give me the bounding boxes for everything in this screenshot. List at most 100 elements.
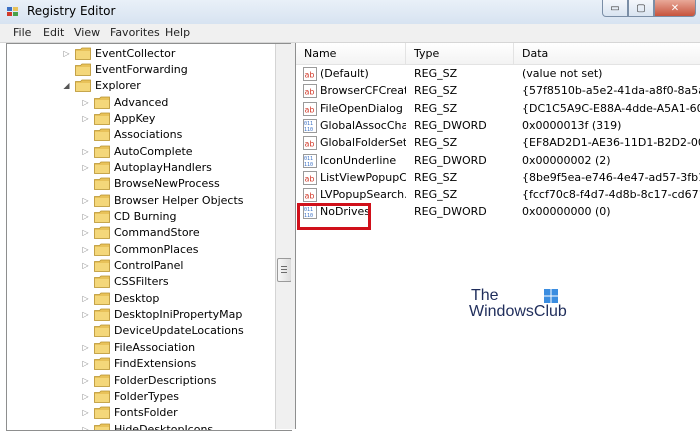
tree-item[interactable]: ▷ FontsFolder (81, 405, 177, 421)
tree-item[interactable]: ▷ DesktopIniPropertyMap (81, 307, 242, 323)
tree-item[interactable]: ▷ FolderDescriptions (81, 372, 216, 388)
tree-item[interactable]: ▷ Desktop (81, 290, 159, 306)
maximize-button[interactable]: ▢ (628, 0, 654, 17)
tree-item[interactable]: ◢ Explorer (62, 78, 141, 94)
expand-arrow-icon[interactable]: ▷ (81, 307, 90, 323)
value-name: LVPopupSearch... (320, 188, 406, 202)
value-data: {DC1C5A9C-E88A-4dde-A5A1-60F8 (522, 101, 700, 115)
tree-scroll-thumb[interactable] (277, 258, 292, 282)
expand-arrow-icon[interactable]: ▷ (81, 290, 90, 306)
tree-item[interactable]: Associations (81, 127, 182, 143)
expand-arrow-icon[interactable]: ▷ (81, 94, 90, 110)
value-data: {fccf70c8-f4d7-4d8b-8c17-cd6715e (522, 188, 700, 202)
tree-item-label: Associations (114, 128, 183, 142)
string-value-icon: ab (303, 101, 317, 116)
expand-arrow-icon[interactable]: ▷ (81, 241, 90, 257)
menu-file[interactable]: File (13, 26, 31, 39)
expand-arrow-icon[interactable]: ▷ (81, 339, 90, 355)
expand-arrow-icon[interactable]: ▷ (81, 372, 90, 388)
folder-icon (94, 423, 110, 430)
value-name: (Default) (320, 67, 369, 80)
close-button[interactable]: ✕ (654, 0, 696, 17)
expand-arrow-icon[interactable]: ▷ (81, 356, 90, 372)
tree-item[interactable]: ▷ CommonPlaces (81, 241, 199, 257)
value-row[interactable]: 011 110 IconUnderline REG_DWORD 0x00000002 (… (296, 153, 700, 170)
value-name: IconUnderline (320, 153, 397, 167)
tree-item[interactable]: ▷ ControlPanel (81, 258, 183, 274)
folder-icon (94, 341, 110, 354)
value-name: GlobalFolderSett... (320, 136, 406, 150)
expand-arrow-icon[interactable]: ▷ (62, 45, 71, 61)
expand-arrow-icon[interactable]: ▷ (81, 225, 90, 241)
tree-item-label: Explorer (95, 79, 141, 93)
expand-arrow-icon[interactable]: ▷ (81, 159, 90, 175)
registry-key-tree[interactable]: ▷ EventCollector EventForwarding ◢ Explorer ▷… (6, 43, 292, 431)
value-row[interactable]: ab GlobalFolderSett... REG_SZ {EF8AD2D1-AE3… (296, 135, 700, 152)
menu-help[interactable]: Help (165, 26, 190, 39)
folder-icon (94, 324, 110, 338)
folder-icon (75, 47, 91, 60)
nodrives-highlight-box (297, 203, 371, 230)
tree-vertical-scrollbar[interactable] (275, 44, 292, 429)
expand-arrow-icon[interactable]: ▷ (81, 258, 90, 274)
collapse-arrow-icon[interactable]: ◢ (62, 78, 71, 94)
menu-favorites[interactable]: Favorites (110, 26, 160, 39)
tree-item[interactable]: ▷ HideDesktopIcons (81, 421, 213, 430)
expand-arrow-icon[interactable]: ▷ (81, 110, 90, 126)
tree-item[interactable]: ▷ FileAssociation (81, 339, 195, 355)
tree-item[interactable]: ▷ Advanced (81, 94, 168, 110)
value-name: FileOpenDialog (320, 101, 403, 115)
column-header-name[interactable]: Name (296, 43, 406, 65)
folder-icon (94, 226, 110, 240)
tree-item[interactable]: ▷ FindExtensions (81, 356, 196, 372)
expand-arrow-icon[interactable]: ▷ (81, 192, 90, 208)
tree-item[interactable]: ▷ FolderTypes (81, 388, 179, 404)
folder-icon (94, 406, 110, 420)
expand-arrow-icon[interactable]: ▷ (81, 143, 90, 159)
expand-arrow-icon[interactable]: ▷ (81, 421, 90, 430)
value-row[interactable]: ab FileOpenDialog REG_SZ {DC1C5A9C-E88A-4dd… (296, 101, 700, 118)
tree-item[interactable]: ▷ AppKey (81, 110, 155, 126)
value-row[interactable]: 011110GlobalAssocCha... REG_DWORD 0x000001… (296, 118, 700, 135)
tree-item-label: CommonPlaces (114, 242, 199, 256)
svg-text:110: 110 (304, 162, 313, 168)
watermark: The WindowsClub (469, 287, 569, 327)
folder-icon (94, 128, 110, 142)
windows-logo-icon (544, 289, 558, 303)
value-row[interactable]: ab LVPopupSearch... REG_SZ {fccf70c8-f4d7-4… (296, 187, 700, 204)
tree-item[interactable]: ▷ CommandStore (81, 225, 199, 241)
value-row[interactable]: ab BrowserCFCreator REG_SZ {57f8510b-a5e2-4… (296, 83, 700, 100)
string-value-icon: ab (303, 67, 317, 81)
tree-item[interactable]: ▷ AutoComplete (81, 143, 192, 159)
expand-arrow-icon[interactable]: ▷ (81, 388, 90, 404)
tree-item[interactable]: ▷ CD Burning (81, 209, 176, 225)
value-row[interactable]: ab (Default) REG_SZ (value not set) (296, 66, 700, 83)
value-type: REG_SZ (414, 101, 458, 115)
column-header-type[interactable]: Type (406, 43, 514, 65)
folder-icon (94, 177, 110, 191)
tree-item[interactable]: BrowseNewProcess (81, 176, 220, 192)
registry-values-list[interactable]: Name Type Data ab (Default) REG_SZ (value n… (295, 43, 700, 429)
tree-item[interactable]: ▷ AutoplayHandlers (81, 159, 211, 175)
tree-item-label: FolderTypes (114, 389, 179, 403)
tree-item[interactable]: DeviceUpdateLocations (81, 323, 244, 339)
menu-view[interactable]: View (74, 26, 100, 39)
tree-item[interactable]: ▷ Browser Helper Objects (81, 192, 243, 208)
tree-item[interactable]: EventForwarding (62, 61, 188, 77)
minimize-button[interactable]: ▭ (602, 0, 628, 17)
tree-item[interactable]: ▷ EventCollector (62, 45, 175, 61)
expand-arrow-icon[interactable]: ▷ (81, 405, 90, 421)
title-bar[interactable]: Registry Editor ▭ ▢ ✕ (0, 0, 700, 24)
value-row[interactable]: ab ListViewPopupC... REG_SZ {8be9f5ea-e746-… (296, 170, 700, 187)
value-type: REG_SZ (414, 84, 458, 98)
folder-icon (94, 275, 110, 289)
tree-item[interactable]: CSSFilters (81, 274, 169, 290)
tree-item-label: BrowseNewProcess (114, 177, 220, 191)
string-value-icon: ab (303, 170, 317, 185)
menu-edit[interactable]: Edit (43, 26, 64, 39)
column-header-data[interactable]: Data (514, 43, 700, 65)
expand-arrow-icon[interactable]: ▷ (81, 209, 90, 225)
